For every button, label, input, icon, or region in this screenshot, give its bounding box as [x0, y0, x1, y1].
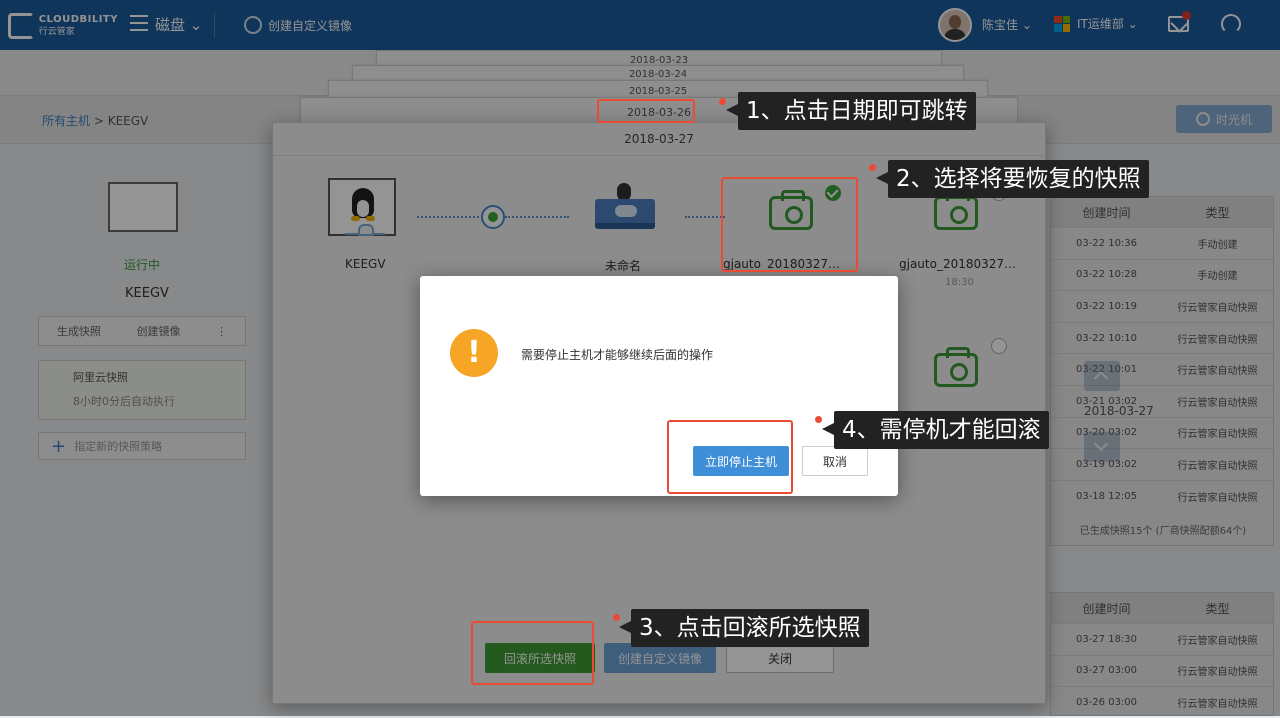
- annotation-step-3: 3、点击回滚所选快照: [619, 609, 869, 647]
- highlight-date: [597, 99, 695, 123]
- annotation-step-1: 1、点击日期即可跳转: [726, 92, 976, 130]
- warning-icon: !: [450, 329, 498, 377]
- highlight-rollback-button: [471, 621, 594, 685]
- cancel-button[interactable]: 取消: [802, 446, 868, 476]
- annotation-step-4: 4、需停机才能回滚: [822, 411, 1049, 449]
- stop-host-dialog: ! 需要停止主机才能够继续后面的操作 立即停止主机 取消: [420, 276, 898, 496]
- dialog-message: 需要停止主机才能够继续后面的操作: [521, 348, 714, 362]
- annotation-dot: [719, 98, 726, 105]
- annotation-dot: [869, 164, 876, 171]
- annotation-dot: [815, 416, 822, 423]
- annotation-step-2: 2、选择将要恢复的快照: [876, 160, 1149, 198]
- annotation-dot: [613, 614, 620, 621]
- highlight-snapshot: [721, 177, 858, 272]
- highlight-stop-button: [667, 420, 793, 494]
